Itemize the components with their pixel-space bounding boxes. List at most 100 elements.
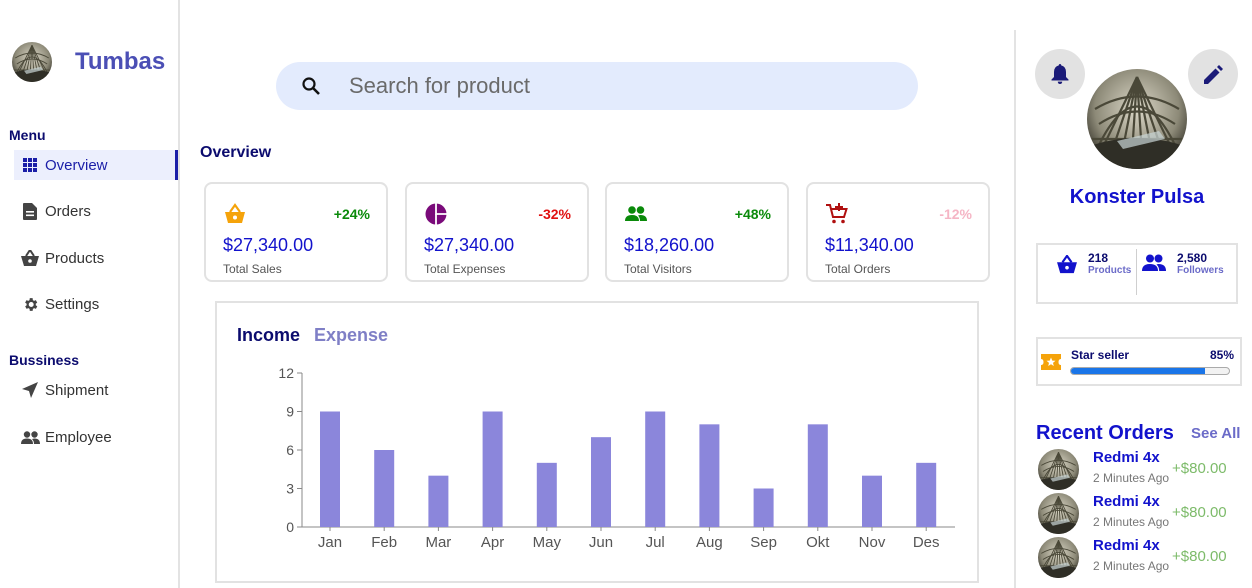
sidebar-item-settings[interactable]: Settings bbox=[14, 289, 178, 319]
menu-heading: Menu bbox=[9, 127, 46, 143]
sidebar-item-shipment[interactable]: Shipment bbox=[14, 375, 178, 405]
document-icon bbox=[20, 201, 40, 221]
x-tick-label: Mar bbox=[425, 534, 451, 551]
brand-name: Tumbas bbox=[75, 48, 166, 75]
sidebar-item-products[interactable]: Products bbox=[14, 243, 178, 273]
x-tick-label: Sep bbox=[750, 534, 777, 551]
order-price: +$80.00 bbox=[1172, 504, 1227, 521]
followers-stat[interactable]: 2,580 Followers bbox=[1142, 251, 1224, 276]
people-icon bbox=[1142, 254, 1166, 271]
notification-button[interactable] bbox=[1035, 49, 1085, 99]
products-stat[interactable]: 218 Products bbox=[1056, 251, 1131, 276]
x-tick-label: Jan bbox=[318, 534, 342, 551]
card-value: $11,340.00 bbox=[825, 235, 914, 255]
sidebar-item-label: Shipment bbox=[45, 381, 109, 399]
bell-icon bbox=[1051, 64, 1069, 84]
stat-card-total-expenses[interactable]: -32% $27,340.00 Total Expenses bbox=[405, 182, 589, 282]
sidebar-item-overview[interactable]: Overview bbox=[14, 150, 178, 180]
x-tick-label: Okt bbox=[806, 534, 830, 551]
progress-fill bbox=[1071, 368, 1206, 374]
sidebar-item-orders[interactable]: Orders bbox=[14, 196, 178, 226]
people-icon bbox=[625, 206, 647, 221]
order-row[interactable]: Redmi 4x 2 Minutes Ago +$80.00 bbox=[1038, 493, 1238, 535]
brand[interactable]: Tumbas bbox=[12, 42, 165, 82]
y-tick-label: 12 bbox=[278, 365, 294, 381]
sidebar-item-label: Settings bbox=[45, 295, 100, 313]
pie-chart-icon bbox=[425, 203, 447, 225]
star-seller-progress bbox=[1070, 367, 1230, 375]
card-value: $27,340.00 bbox=[223, 235, 314, 255]
y-tick-label: 6 bbox=[286, 442, 294, 458]
card-label: Total Orders bbox=[825, 262, 891, 276]
pencil-icon bbox=[1203, 64, 1223, 84]
bar-jul bbox=[645, 411, 666, 527]
stats-divider bbox=[1136, 249, 1137, 295]
search-icon[interactable] bbox=[301, 76, 321, 96]
y-tick-label: 0 bbox=[286, 519, 294, 535]
star-seller-label: Star seller bbox=[1071, 348, 1130, 362]
x-tick-label: Feb bbox=[371, 534, 397, 551]
bar-okt bbox=[807, 424, 828, 527]
order-avatar bbox=[1038, 537, 1079, 578]
stat-card-total-orders[interactable]: -12% $11,340.00 Total Orders bbox=[806, 182, 990, 282]
bar-feb bbox=[374, 450, 395, 527]
right-panel-divider bbox=[1014, 30, 1016, 588]
bar-des bbox=[916, 462, 937, 527]
x-tick-label: Jun bbox=[589, 534, 613, 551]
products-label: Products bbox=[1088, 265, 1132, 276]
bar-aug bbox=[699, 424, 720, 527]
basket-icon bbox=[20, 248, 40, 268]
gear-icon bbox=[20, 294, 40, 314]
order-row[interactable]: Redmi 4x 2 Minutes Ago +$80.00 bbox=[1038, 537, 1238, 579]
see-all-link[interactable]: See All bbox=[1191, 425, 1240, 442]
basket-icon bbox=[225, 203, 245, 223]
delta-badge: -32% bbox=[538, 206, 571, 222]
edit-profile-button[interactable] bbox=[1188, 49, 1238, 99]
order-name: Redmi 4x bbox=[1093, 449, 1160, 466]
sidebar: Tumbas Menu Overview Orders Products Set… bbox=[0, 0, 180, 588]
order-avatar bbox=[1038, 449, 1079, 490]
bar-jun bbox=[591, 437, 611, 527]
basket-icon bbox=[1057, 255, 1077, 274]
x-tick-label: Nov bbox=[859, 534, 886, 551]
cart-add-icon bbox=[826, 203, 848, 224]
x-tick-label: May bbox=[533, 534, 562, 551]
x-tick-label: Jul bbox=[646, 534, 665, 551]
bar-may bbox=[536, 462, 557, 527]
followers-label: Followers bbox=[1177, 265, 1224, 276]
x-tick-label: Apr bbox=[481, 534, 504, 551]
ticket-star-icon bbox=[1041, 354, 1061, 370]
delta-badge: +24% bbox=[333, 206, 370, 222]
order-time: 2 Minutes Ago bbox=[1093, 471, 1170, 485]
stat-card-total-visitors[interactable]: +48% $18,260.00 Total Visitors bbox=[605, 182, 789, 282]
order-row[interactable]: Redmi 4x 2 Minutes Ago +$80.00 bbox=[1038, 449, 1238, 491]
bar-apr bbox=[482, 411, 503, 527]
card-label: Total Sales bbox=[223, 262, 282, 276]
bar-nov bbox=[862, 475, 882, 527]
x-tick-label: Des bbox=[913, 534, 940, 551]
profile-stats: 218 Products 2,580 Followers bbox=[1036, 243, 1238, 304]
people-icon bbox=[20, 427, 40, 447]
stat-card-total-sales[interactable]: +24% $27,340.00 Total Sales bbox=[204, 182, 388, 282]
brand-logo bbox=[12, 42, 52, 82]
card-value: $27,340.00 bbox=[424, 235, 515, 255]
order-name: Redmi 4x bbox=[1093, 493, 1160, 510]
business-heading: Bussiness bbox=[9, 352, 80, 368]
search-input[interactable] bbox=[349, 73, 869, 99]
card-label: Total Visitors bbox=[624, 262, 692, 276]
recent-orders-title: Recent Orders bbox=[1036, 422, 1174, 444]
star-seller-percent: 85% bbox=[1209, 348, 1234, 362]
bar-mar bbox=[428, 475, 449, 527]
sidebar-item-label: Orders bbox=[45, 202, 91, 220]
order-price: +$80.00 bbox=[1172, 460, 1227, 477]
products-count: 218 bbox=[1088, 251, 1109, 265]
profile-avatar[interactable] bbox=[1087, 69, 1187, 169]
delta-badge: -12% bbox=[939, 206, 972, 222]
sidebar-item-employee[interactable]: Employee bbox=[14, 422, 178, 452]
card-label: Total Expenses bbox=[424, 262, 506, 276]
overview-title: Overview bbox=[200, 144, 272, 161]
followers-count: 2,580 bbox=[1177, 251, 1208, 265]
sidebar-item-label: Products bbox=[45, 249, 105, 267]
x-tick-label: Aug bbox=[696, 534, 723, 551]
y-tick-label: 9 bbox=[286, 404, 294, 420]
